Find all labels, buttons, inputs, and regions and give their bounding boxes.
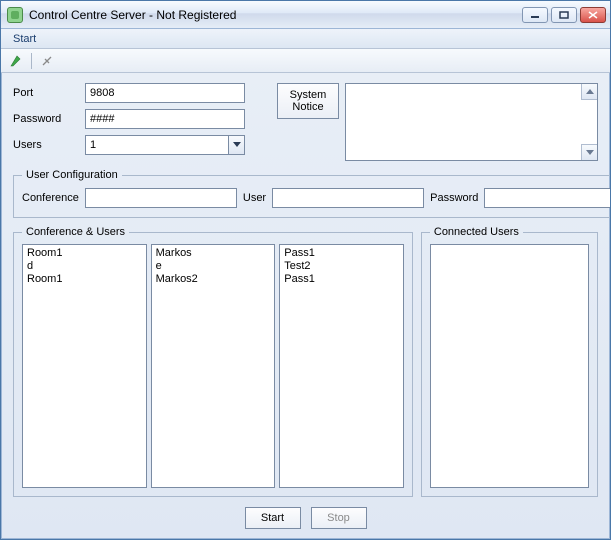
users-combo-input[interactable] <box>85 135 245 155</box>
list-item[interactable]: d <box>27 260 142 273</box>
password-input[interactable] <box>85 109 245 129</box>
user-label: User <box>243 192 266 204</box>
tool-connect-button[interactable] <box>7 52 25 70</box>
list-item[interactable]: Pass1 <box>284 273 399 286</box>
system-notice-button[interactable]: System Notice <box>277 83 339 119</box>
window: Control Centre Server - Not Registered S… <box>0 0 611 540</box>
list-item[interactable]: Room1 <box>27 247 142 260</box>
password-list[interactable]: Pass1Test2Pass1 <box>279 244 404 488</box>
lists-row: Conference & Users Room1dRoom1 MarkoseMa… <box>13 226 598 497</box>
feather-icon <box>9 54 23 68</box>
uc-password-label: Password <box>430 192 478 204</box>
toolbar-separator <box>31 53 32 69</box>
stop-button[interactable]: Stop <box>311 507 367 529</box>
list-item[interactable]: Test2 <box>284 260 399 273</box>
list-item[interactable]: Markos <box>156 247 271 260</box>
bottom-buttons: Start Stop <box>13 505 598 529</box>
window-buttons <box>522 7 606 23</box>
minimize-button[interactable] <box>522 7 548 23</box>
menubar: Start <box>1 29 610 49</box>
client-area: Port Password Users System Notice <box>1 73 610 539</box>
port-input[interactable] <box>85 83 245 103</box>
user-configuration-group: User Configuration Conference User Passw… <box>13 169 610 218</box>
list-item[interactable]: Markos2 <box>156 273 271 286</box>
list-item[interactable]: e <box>156 260 271 273</box>
chevron-up-icon <box>586 89 594 95</box>
app-icon <box>7 7 23 23</box>
titlebar: Control Centre Server - Not Registered <box>1 1 610 29</box>
close-icon <box>588 11 598 19</box>
users-combo[interactable] <box>85 135 245 155</box>
maximize-icon <box>559 11 569 19</box>
scroll-down-button[interactable] <box>581 144 597 160</box>
start-button[interactable]: Start <box>245 507 301 529</box>
toolbar <box>1 49 610 73</box>
tool-disconnect-button[interactable] <box>38 52 56 70</box>
chevron-down-icon <box>586 150 594 156</box>
user-configuration-legend: User Configuration <box>22 169 122 181</box>
top-row: Port Password Users System Notice <box>13 83 598 161</box>
plug-disconnect-icon <box>40 54 54 68</box>
user-configuration-row: Conference User Password + <box>22 187 610 209</box>
conference-users-columns: Room1dRoom1 MarkoseMarkos2 Pass1Test2Pas… <box>22 244 404 488</box>
menu-start[interactable]: Start <box>5 31 44 47</box>
chevron-down-icon <box>233 142 241 148</box>
port-label: Port <box>13 87 77 99</box>
scroll-up-button[interactable] <box>581 84 597 100</box>
list-item[interactable]: Pass1 <box>284 247 399 260</box>
notice-textbox[interactable] <box>345 83 598 161</box>
conference-list[interactable]: Room1dRoom1 <box>22 244 147 488</box>
maximize-button[interactable] <box>551 7 577 23</box>
connected-users-list[interactable] <box>430 244 589 488</box>
conference-label: Conference <box>22 192 79 204</box>
conference-users-group: Conference & Users Room1dRoom1 MarkoseMa… <box>13 226 413 497</box>
connected-users-legend: Connected Users <box>430 226 523 238</box>
window-title: Control Centre Server - Not Registered <box>29 8 516 22</box>
user-list[interactable]: MarkoseMarkos2 <box>151 244 276 488</box>
users-label: Users <box>13 139 77 151</box>
connected-users-inner <box>430 244 589 488</box>
server-settings: Port Password Users <box>13 83 245 155</box>
list-item[interactable]: Room1 <box>27 273 142 286</box>
conference-input[interactable] <box>85 188 237 208</box>
minimize-icon <box>530 11 540 19</box>
user-input[interactable] <box>272 188 424 208</box>
notice-area: System Notice <box>277 83 598 161</box>
dropdown-button[interactable] <box>228 136 244 154</box>
conference-users-legend: Conference & Users <box>22 226 129 238</box>
password-label: Password <box>13 113 77 125</box>
uc-password-input[interactable] <box>484 188 610 208</box>
close-button[interactable] <box>580 7 606 23</box>
connected-users-group: Connected Users <box>421 226 598 497</box>
